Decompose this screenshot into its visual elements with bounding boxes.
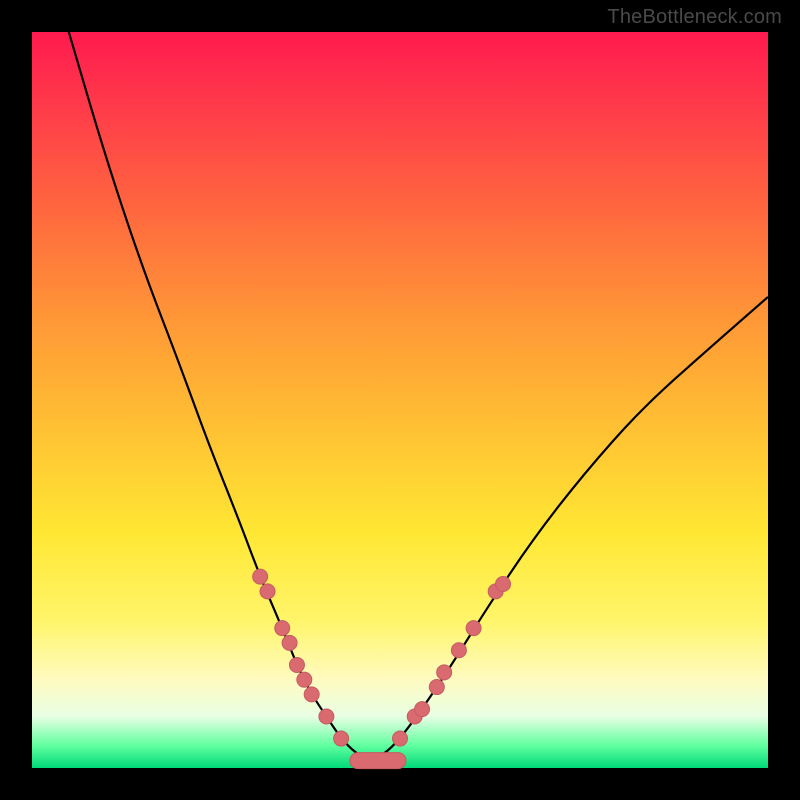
marker-right-5 xyxy=(451,643,466,658)
marker-right-6 xyxy=(466,621,481,636)
marker-right-3 xyxy=(429,680,444,695)
marker-layer xyxy=(253,569,511,746)
curve-left-branch xyxy=(69,32,371,761)
marker-left-7 xyxy=(319,709,334,724)
marker-right-8 xyxy=(496,577,511,592)
marker-right-2 xyxy=(415,702,430,717)
curve-layer xyxy=(69,32,768,761)
marker-left-8 xyxy=(334,731,349,746)
marker-right-0 xyxy=(393,731,408,746)
marker-left-5 xyxy=(297,672,312,687)
watermark-text: TheBottleneck.com xyxy=(607,6,782,29)
marker-left-6 xyxy=(304,687,319,702)
outer-frame: TheBottleneck.com xyxy=(0,0,800,800)
trough-marker xyxy=(350,753,406,769)
marker-left-0 xyxy=(253,569,268,584)
chart-svg xyxy=(32,32,768,768)
marker-right-4 xyxy=(437,665,452,680)
marker-left-4 xyxy=(289,657,304,672)
marker-left-3 xyxy=(282,635,297,650)
trough-layer xyxy=(350,753,406,769)
marker-left-2 xyxy=(275,621,290,636)
marker-left-1 xyxy=(260,584,275,599)
